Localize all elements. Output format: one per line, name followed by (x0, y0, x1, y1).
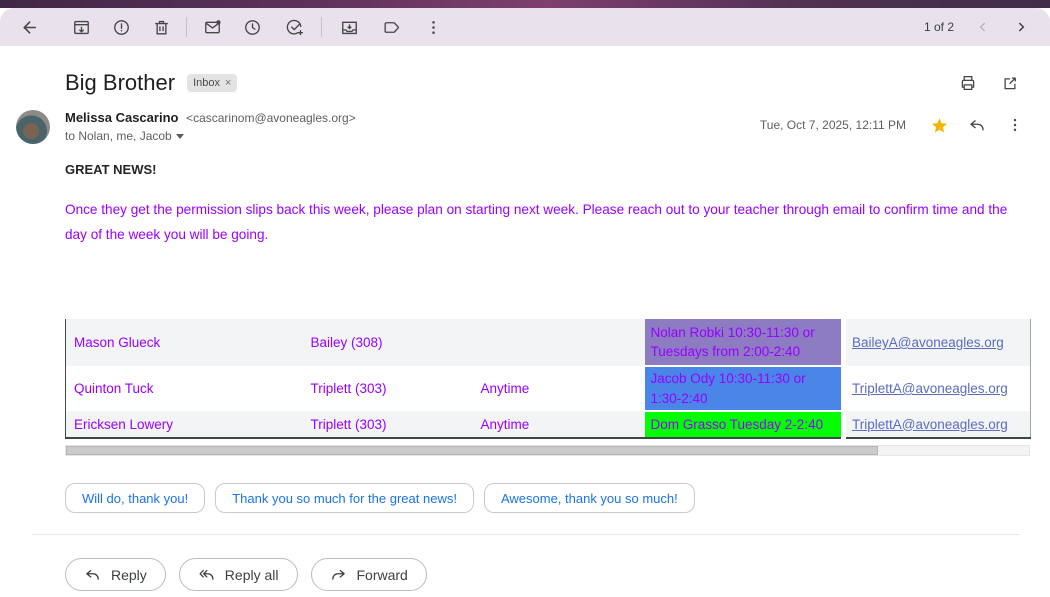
star-icon[interactable] (924, 110, 954, 140)
reply-all-label: Reply all (224, 566, 279, 583)
pagination-counter: 1 of 2 (923, 20, 954, 34)
add-to-tasks-icon[interactable] (277, 10, 311, 44)
table-row: Ericksen Lowery Triplett (303) Anytime D… (65, 411, 1031, 438)
forward-label: Forward (356, 566, 408, 583)
sender-name: Melissa Cascarino (65, 110, 179, 125)
newer-email-icon[interactable] (968, 12, 998, 42)
reply-arrow-icon (86, 569, 99, 580)
reply-label: Reply (111, 566, 147, 583)
forward-button[interactable]: Forward (310, 558, 427, 591)
print-icon[interactable] (956, 71, 980, 95)
snooze-icon[interactable] (235, 10, 269, 44)
teacher-cell: Bailey (308) (310, 335, 383, 350)
older-email-icon[interactable] (1006, 12, 1036, 42)
student-name-cell: Ericksen Lowery (74, 416, 174, 432)
email-date: Tue, Oct 7, 2025, 12:11 PM (759, 118, 906, 132)
forward-arrow-icon (331, 569, 345, 580)
recipients-text: to Nolan, me, Jacob (65, 129, 172, 143)
scrollbar-thumb[interactable] (66, 446, 878, 455)
schedule-table: Mason Glueck Bailey (308) Nolan Robki 10… (65, 319, 1031, 439)
teacher-cell: Triplett (303) (310, 416, 387, 432)
table-row: Mason Glueck Bailey (308) Nolan Robki 10… (65, 319, 1031, 367)
sender-avatar[interactable] (16, 110, 50, 144)
recipients-dropdown[interactable]: to Nolan, me, Jacob (65, 129, 356, 143)
sender-row: Melissa Cascarino <cascarinom@avoneagles… (0, 96, 1050, 144)
email-cell: BaileyA@avoneagles.org (841, 319, 1031, 366)
smart-reply-row: Will do, thank you! Thank you so much fo… (65, 483, 1050, 513)
email-cell: TriplettA@avoneagles.org (841, 366, 1031, 411)
subject-row: Big Brother Inbox × (0, 46, 1050, 96)
delete-icon[interactable] (144, 10, 178, 44)
archive-icon[interactable] (64, 10, 98, 44)
chevron-down-icon (175, 133, 184, 139)
smart-reply-chip[interactable]: Will do, thank you! (65, 483, 206, 513)
report-spam-icon[interactable] (104, 10, 138, 44)
email-greeting: GREAT NEWS! (65, 162, 157, 177)
match-cell: Jacob Ody 10:30-11:30 or 1:30-2:40 (644, 366, 844, 412)
reply-icon[interactable] (962, 110, 992, 140)
reply-actions-row: Reply Reply all Forward (65, 558, 1050, 591)
table-row: Quinton Tuck Triplett (303) Anytime Jaco… (65, 366, 1031, 412)
mail-toolbar: 1 of 2 (0, 8, 1050, 46)
email-cell: TriplettA@avoneagles.org (841, 411, 1031, 438)
message-more-icon[interactable] (1000, 110, 1030, 140)
smart-reply-chip[interactable]: Thank you so much for the great news! (215, 483, 474, 513)
availability-cell: Anytime (480, 381, 530, 396)
match-cell: Dom Grasso Tuesday 2-2:40 (644, 411, 844, 438)
teacher-email-link[interactable]: TriplettA@avoneagles.org (852, 417, 1008, 432)
sender-address: <cascarinom@avoneagles.org> (186, 111, 356, 125)
email-subject: Big Brother (65, 70, 176, 95)
match-cell: Nolan Robki 10:30-11:30 or Tuesdays from… (644, 319, 844, 367)
inbox-label-text: Inbox (193, 77, 220, 89)
more-options-icon[interactable] (416, 10, 450, 44)
reply-all-button[interactable]: Reply all (178, 558, 298, 591)
teacher-email-link[interactable]: TriplettA@avoneagles.org (852, 381, 1008, 396)
footer-divider (32, 534, 1020, 535)
move-to-icon[interactable] (332, 10, 366, 44)
back-arrow-icon[interactable] (12, 10, 46, 44)
mark-unread-icon[interactable] (195, 10, 229, 44)
remove-label-icon[interactable]: × (225, 77, 231, 89)
browser-frame-strip (0, 0, 1050, 8)
availability-cell: Anytime (480, 416, 530, 432)
table-horizontal-scrollbar[interactable] (65, 445, 1030, 456)
reply-all-arrow-icon (199, 569, 214, 580)
email-view: Big Brother Inbox × Melissa Cascarino <c… (0, 46, 1050, 591)
open-in-new-icon[interactable] (998, 71, 1022, 95)
teacher-cell: Triplett (303) (310, 381, 387, 396)
smart-reply-chip[interactable]: Awesome, thank you so much! (483, 483, 695, 513)
student-name-cell: Mason Glueck (74, 335, 161, 350)
reply-button[interactable]: Reply (65, 558, 166, 591)
availability-cell (473, 319, 645, 366)
teacher-email-link[interactable]: BaileyA@avoneagles.org (852, 335, 1004, 350)
labels-icon[interactable] (374, 10, 408, 44)
email-body-text: Once they get the permission slips back … (65, 202, 1008, 242)
student-name-cell: Quinton Tuck (74, 381, 154, 396)
inbox-label-chip[interactable]: Inbox × (187, 74, 238, 92)
